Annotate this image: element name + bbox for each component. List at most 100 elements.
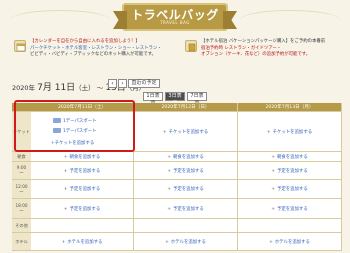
add-ticket-link-day1[interactable]: +チケットを追加する (51, 140, 121, 147)
row-ticket: チケット 1デーパスポート 1デーパスポート +チケットを追加する + チケットを… (12, 112, 342, 152)
add-hotel-label-day2: ホテルを追加する (170, 239, 206, 245)
plus-icon: + (63, 154, 68, 160)
row-label-ticket: チケット (12, 112, 31, 152)
add-plan-label-0900-day1: 予定を追加する (69, 168, 101, 174)
add-plan-label-0900-day2: 予定を追加する (172, 168, 204, 174)
add-plan-label-1800-day2: 予定を追加する (172, 206, 204, 212)
add-plan-label-1800-day1: 予定を追加する (69, 206, 101, 212)
cell-hotel-day3: + ホテルを追加する (238, 233, 342, 251)
plus-icon: + (167, 206, 171, 212)
grid-corner (12, 103, 31, 112)
title-ribbon: トラベルバッグ TRAVEL BAG (122, 3, 228, 31)
row-0900: 9:00 〜 + 予定を追加する + 予定を追加する + 予定を追加する (12, 162, 342, 180)
column-header-day3: 2020年7月13日（月） (238, 103, 342, 112)
add-breakfast-day2[interactable]: + 朝食を追加する (134, 154, 237, 160)
add-hotel-label-day3: ホテルを追加する (274, 239, 310, 245)
date-year: 2020年 (12, 84, 36, 92)
view-3day-button[interactable]: 3日表示 (165, 92, 185, 106)
add-plan-1200-day1[interactable]: + 予定を追加する (31, 186, 133, 192)
hotel-icon (185, 40, 197, 52)
cell-1800-day1: + 予定を追加する (31, 199, 134, 219)
chevron-right-icon: › (121, 80, 124, 87)
cell-breakfast-day2: + 朝食を追加する (134, 152, 238, 162)
add-plan-label-1800-day3: 予定を追加する (276, 206, 308, 212)
add-breakfast-day1[interactable]: + 朝食を追加する (31, 154, 133, 160)
cell-ticket-day1: 1デーパスポート 1デーパスポート +チケットを追加する (31, 112, 134, 152)
cell-1200-day2: + 予定を追加する (134, 180, 238, 199)
chevron-left-icon: ‹ (111, 80, 114, 87)
add-plan-1200-day3[interactable]: + 予定を追加する (238, 186, 341, 192)
column-header-day2: 2020年7月12日（日） (134, 103, 238, 112)
cell-1800-day3: + 予定を追加する (238, 199, 342, 219)
add-plan-0900-day3[interactable]: + 予定を追加する (238, 168, 341, 174)
cell-0900-day1: + 予定を追加する (31, 162, 134, 180)
cell-other-day2 (134, 219, 238, 233)
add-ticket-label-day2: チケットを追加する (168, 129, 209, 135)
row-1800: 18:00 〜 + 予定を追加する + 予定を追加する + 予定を追加する (12, 199, 342, 219)
add-hotel-day2[interactable]: + ホテルを追加する (134, 239, 237, 245)
add-plan-label-1200-day1: 予定を追加する (69, 187, 101, 192)
row-label-breakfast: 朝食 (12, 152, 31, 162)
add-ticket-link-day3[interactable]: + チケットを追加する (238, 129, 341, 135)
row-1200: 12:00 〜 + 予定を追加する + 予定を追加する + 予定を追加する (12, 180, 342, 199)
page-subtitle: TRAVEL BAG (160, 20, 190, 25)
cell-other-day3 (238, 219, 342, 233)
plus-icon: + (266, 129, 271, 135)
row-label-1800: 18:00 〜 (12, 199, 31, 219)
row-other: その他 (12, 219, 342, 233)
add-plan-label-1200-day3: 予定を追加する (276, 187, 308, 192)
add-ticket-link-day2[interactable]: + チケットを追加する (134, 129, 237, 135)
info-right-line3: オプション（ケーキ、花など）の追加予約が可能です。 (201, 52, 311, 57)
next-button[interactable]: › (118, 79, 127, 88)
row-hotel: ホテル + ホテルを追加する + ホテルを追加する + ホテルを追加する (12, 233, 342, 251)
ticket-item-1-label: 1デーパスポート (63, 119, 97, 124)
prev-button[interactable]: ‹ (108, 79, 117, 88)
ticket-item-2-label: 1デーパスポート (63, 129, 97, 134)
date-sep: ～ (96, 84, 104, 92)
cell-ticket-day2: + チケットを追加する (134, 112, 238, 152)
row-label-other: その他 (12, 219, 31, 233)
cell-1800-day2: + 予定を追加する (134, 199, 238, 219)
calendar-icon (14, 40, 26, 52)
add-hotel-day1[interactable]: + ホテルを追加する (31, 239, 133, 245)
add-plan-0900-day1[interactable]: + 予定を追加する (31, 168, 133, 174)
header: トラベルバッグ TRAVEL BAG (0, 0, 350, 37)
info-box-right: 【ホテル宿泊 バケーションパッケージ購入】をご予約の本番前 宿泊予約時 レストラ… (185, 38, 345, 70)
info-left-line3: ビビディ・バビディ・ブティックなどのネット購入が可能です。 (30, 52, 157, 57)
plus-icon: + (167, 154, 171, 160)
cell-other-day1 (31, 219, 134, 233)
ticket-icon (53, 118, 61, 123)
grid-header-row: 2020年7月11日（土） 2020年7月12日（日） 2020年7月13日（月… (12, 103, 342, 112)
add-hotel-day3[interactable]: + ホテルを追加する (238, 239, 341, 245)
add-plan-label-0900-day3: 予定を追加する (276, 168, 308, 174)
ticket-item-2[interactable]: 1デーパスポート (53, 128, 108, 135)
view-1day-button[interactable]: 1日表示 (143, 92, 163, 106)
add-breakfast-label-day2: 朝食を追加する (172, 154, 204, 160)
info-right-line1: 【ホテル宿泊 バケーションパッケージ購入】をご予約の本番前 (201, 39, 326, 44)
add-plan-1200-day2[interactable]: + 予定を追加する (134, 186, 237, 192)
add-breakfast-day3[interactable]: + 朝食を追加する (238, 154, 341, 160)
cell-1200-day3: + 予定を追加する (238, 180, 342, 199)
plus-icon: + (63, 206, 68, 212)
ticket-icon (53, 128, 61, 133)
row-label-hotel: ホテル (12, 233, 31, 251)
plus-icon: + (162, 129, 167, 135)
date-start: 7月 11日 (37, 83, 76, 93)
add-ticket-label-day3: チケットを追加する (272, 129, 313, 135)
decoration-swirl-right (240, 10, 340, 30)
add-breakfast-label-day3: 朝食を追加する (276, 154, 308, 160)
plus-icon: + (63, 187, 68, 192)
cell-hotel-day1: + ホテルを追加する (31, 233, 134, 251)
plus-icon: + (63, 168, 68, 174)
add-plan-1800-day2[interactable]: + 予定を追加する (134, 206, 237, 212)
cell-0900-day3: + 予定を追加する (238, 162, 342, 180)
ticket-item-1[interactable]: 1デーパスポート (53, 118, 108, 125)
view-7day-button[interactable]: 7日表示 (187, 92, 207, 106)
latest-schedule-button[interactable]: 直近の予定 (128, 79, 160, 88)
add-plan-label-1200-day2: 予定を追加する (172, 187, 204, 192)
add-plan-1800-day1[interactable]: + 予定を追加する (31, 206, 133, 212)
row-label-1200: 12:00 〜 (12, 180, 31, 199)
add-plan-1800-day3[interactable]: + 予定を追加する (238, 206, 341, 212)
add-plan-0900-day2[interactable]: + 予定を追加する (134, 168, 237, 174)
cell-1200-day1: + 予定を追加する (31, 180, 134, 199)
